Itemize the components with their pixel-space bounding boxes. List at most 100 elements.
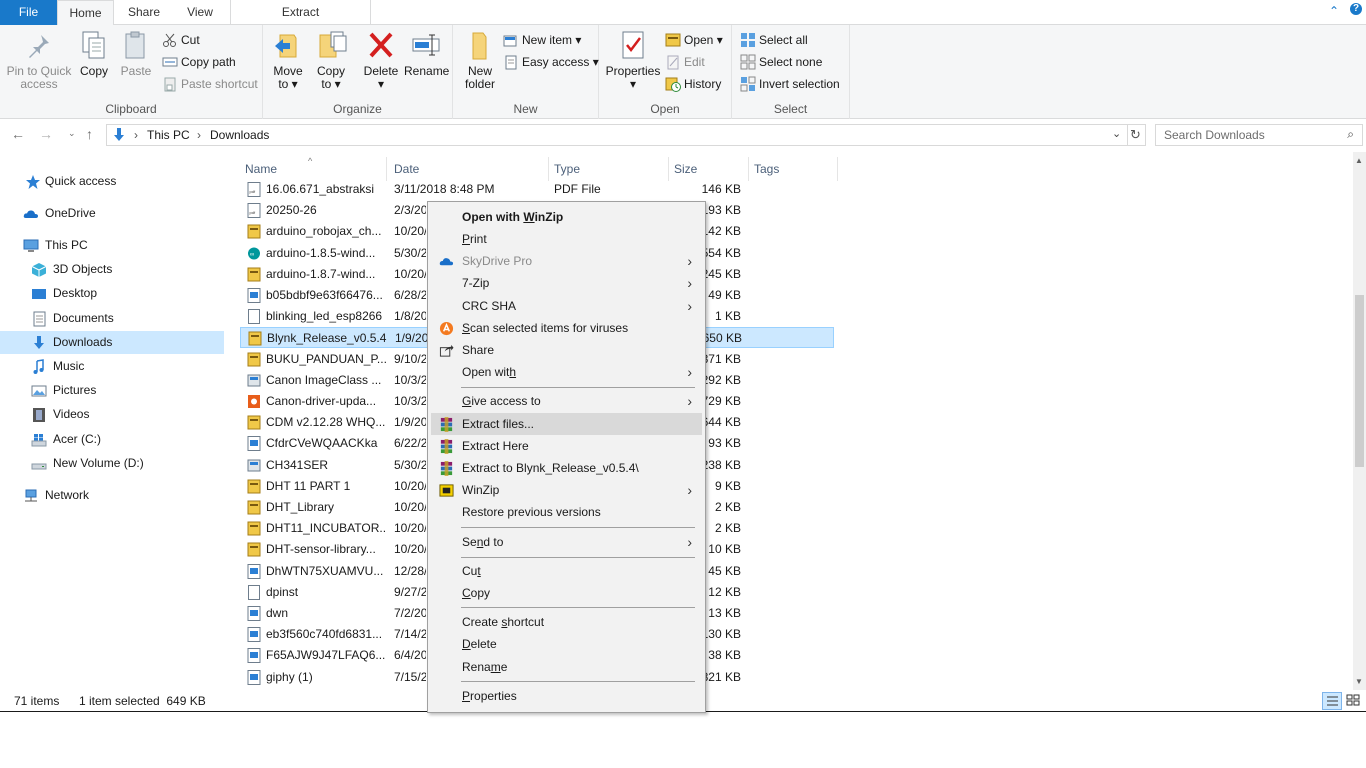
menu-print[interactable]: Print bbox=[431, 228, 702, 250]
menu-winzip[interactable]: WinZip › bbox=[431, 479, 702, 501]
scroll-up-arrow-icon[interactable]: ▲ bbox=[1355, 156, 1363, 165]
open-button[interactable]: Open ▾ bbox=[665, 30, 723, 50]
file-name: eb3f560c740fd6831... bbox=[266, 627, 383, 642]
scroll-down-arrow-icon[interactable]: ▼ bbox=[1355, 677, 1363, 686]
menu-create-shortcut[interactable]: Create shortcut bbox=[431, 611, 702, 633]
forward-arrow-icon[interactable]: → bbox=[39, 126, 53, 142]
nav-documents[interactable]: Documents bbox=[0, 307, 224, 330]
network-icon bbox=[25, 489, 37, 502]
menu-restore-previous-versions[interactable]: Restore previous versions bbox=[431, 501, 702, 523]
file-date: 9/10/2 bbox=[394, 351, 426, 366]
menu-scan-viruses[interactable]: Scan selected items for viruses bbox=[431, 317, 702, 339]
file-date: 7/14/2 bbox=[394, 627, 426, 642]
column-header-size[interactable]: Size bbox=[669, 157, 749, 181]
file-row[interactable]: pdf 16.06.671_abstraksi 3/11/2018 8:48 PM P… bbox=[240, 179, 834, 200]
delete-button[interactable]: Delete ▾ bbox=[362, 29, 400, 91]
edit-button[interactable]: Edit bbox=[665, 52, 705, 72]
menu-7zip[interactable]: 7-Zip › bbox=[431, 272, 702, 294]
image-file-icon bbox=[247, 288, 261, 303]
menu-extract-to-folder[interactable]: Extract to Blynk_Release_v0.5.4\ bbox=[431, 457, 702, 479]
nav-network[interactable]: Network bbox=[0, 484, 224, 507]
copy-path-button[interactable]: Copy path bbox=[162, 52, 236, 72]
easy-access-button[interactable]: Easy access ▾ bbox=[503, 52, 599, 72]
nav-music[interactable]: Music bbox=[0, 355, 224, 378]
tab-view[interactable]: View bbox=[175, 0, 225, 25]
select-all-button[interactable]: Select all bbox=[740, 30, 808, 50]
refresh-icon[interactable]: ↻ bbox=[1126, 124, 1146, 146]
copy-to-button[interactable]: Copy to ▾ bbox=[312, 29, 350, 91]
properties-button[interactable]: Properties ▾ bbox=[605, 29, 661, 91]
column-header-name[interactable]: ^ Name bbox=[240, 156, 387, 181]
menu-give-access[interactable]: Give access to › bbox=[431, 390, 702, 412]
search-input[interactable]: Search Downloads ⌕ bbox=[1155, 124, 1363, 146]
file-date: 10/20/ bbox=[394, 521, 426, 536]
new-folder-label-2: folder bbox=[464, 77, 496, 91]
file-date: 10/20/ bbox=[394, 224, 426, 239]
new-folder-button[interactable]: New folder bbox=[461, 29, 499, 91]
large-icons-view-icon[interactable] bbox=[1344, 692, 1364, 710]
copy-button[interactable]: Copy bbox=[76, 29, 112, 78]
rename-button[interactable]: Rename bbox=[404, 29, 449, 78]
menu-open-with-winzip[interactable]: Open with WinZip bbox=[431, 206, 702, 228]
nav-onedrive[interactable]: OneDrive bbox=[0, 202, 224, 225]
scrollbar-thumb[interactable] bbox=[1355, 295, 1364, 467]
paste-button[interactable]: Paste bbox=[117, 29, 155, 78]
menu-skydrive-pro[interactable]: SkyDrive Pro › bbox=[431, 250, 702, 272]
file-name: DHT 11 PART 1 bbox=[266, 478, 351, 493]
cut-button[interactable]: Cut bbox=[162, 30, 200, 50]
tab-file[interactable]: File bbox=[0, 0, 57, 25]
new-item-button[interactable]: New item ▾ bbox=[503, 30, 581, 50]
menu-share[interactable]: Share bbox=[431, 339, 702, 361]
menu-label: CRC SHA bbox=[462, 299, 517, 313]
column-header-type[interactable]: Type bbox=[549, 157, 669, 181]
address-bar[interactable]: › This PC › Downloads ⌄ bbox=[106, 124, 1128, 146]
nav-downloads[interactable]: Downloads bbox=[0, 331, 224, 354]
details-view-icon[interactable] bbox=[1322, 692, 1342, 710]
menu-accelerator: D bbox=[462, 637, 471, 651]
minimize-ribbon-icon[interactable]: ⌃ bbox=[1329, 4, 1339, 18]
windows-drive-icon bbox=[31, 434, 47, 447]
menu-cut[interactable]: Cut bbox=[431, 560, 702, 582]
back-arrow-icon[interactable]: ← bbox=[11, 126, 25, 142]
vertical-scrollbar[interactable]: ▲ ▼ bbox=[1353, 152, 1366, 690]
menu-properties[interactable]: Properties bbox=[431, 685, 702, 707]
nav-desktop[interactable]: Desktop bbox=[0, 282, 224, 305]
column-header-date[interactable]: Date bbox=[389, 157, 549, 181]
nav-3d-objects[interactable]: 3D Objects bbox=[0, 258, 224, 281]
menu-crc-sha[interactable]: CRC SHA › bbox=[431, 295, 702, 317]
up-arrow-icon[interactable]: ↑ bbox=[86, 126, 93, 142]
nav-quick-access[interactable]: Quick access bbox=[0, 170, 224, 193]
tab-extract[interactable]: Extract bbox=[230, 0, 371, 25]
menu-send-to[interactable]: Send to › bbox=[431, 531, 702, 553]
breadcrumb-this-pc[interactable]: This PC bbox=[147, 128, 190, 142]
pin-to-quick-access-button[interactable]: Pin to Quick access bbox=[4, 29, 74, 91]
nav-this-pc[interactable]: This PC bbox=[0, 234, 224, 257]
nav-new-volume[interactable]: New Volume (D:) bbox=[0, 452, 224, 475]
submenu-arrow-icon: › bbox=[687, 364, 692, 380]
recent-locations-chevron-icon[interactable]: ⌄ bbox=[68, 128, 76, 139]
rename-icon bbox=[412, 34, 440, 56]
menu-open-with[interactable]: Open with › bbox=[431, 361, 702, 383]
menu-extract-here[interactable]: Extract Here bbox=[431, 435, 702, 457]
tab-share[interactable]: Share bbox=[120, 0, 168, 25]
nav-videos[interactable]: Videos bbox=[0, 403, 224, 426]
tab-home[interactable]: Home bbox=[57, 0, 114, 26]
move-to-button[interactable]: Move to ▾ bbox=[269, 29, 307, 91]
menu-label: Extract files... bbox=[462, 417, 535, 431]
breadcrumb-downloads[interactable]: Downloads bbox=[210, 128, 269, 142]
menu-accelerator: P bbox=[462, 689, 471, 703]
nav-pictures[interactable]: Pictures bbox=[0, 379, 224, 402]
column-header-tags[interactable]: Tags bbox=[749, 157, 838, 181]
select-none-button[interactable]: Select none bbox=[740, 52, 822, 72]
invert-selection-button[interactable]: Invert selection bbox=[740, 74, 840, 94]
paste-shortcut-button[interactable]: Paste shortcut bbox=[162, 74, 258, 94]
nav-acer-drive[interactable]: Acer (C:) bbox=[0, 428, 224, 451]
file-date: 3/11/2018 8:48 PM bbox=[394, 182, 495, 196]
menu-copy[interactable]: Copy bbox=[431, 582, 702, 604]
help-icon[interactable]: ? bbox=[1350, 3, 1362, 15]
menu-rename[interactable]: Rename bbox=[431, 656, 702, 678]
menu-extract-files[interactable]: Extract files... bbox=[431, 413, 702, 435]
address-dropdown-chevron-icon[interactable]: ⌄ bbox=[1112, 127, 1121, 140]
menu-delete[interactable]: Delete bbox=[431, 633, 702, 655]
history-button[interactable]: History bbox=[665, 74, 721, 94]
